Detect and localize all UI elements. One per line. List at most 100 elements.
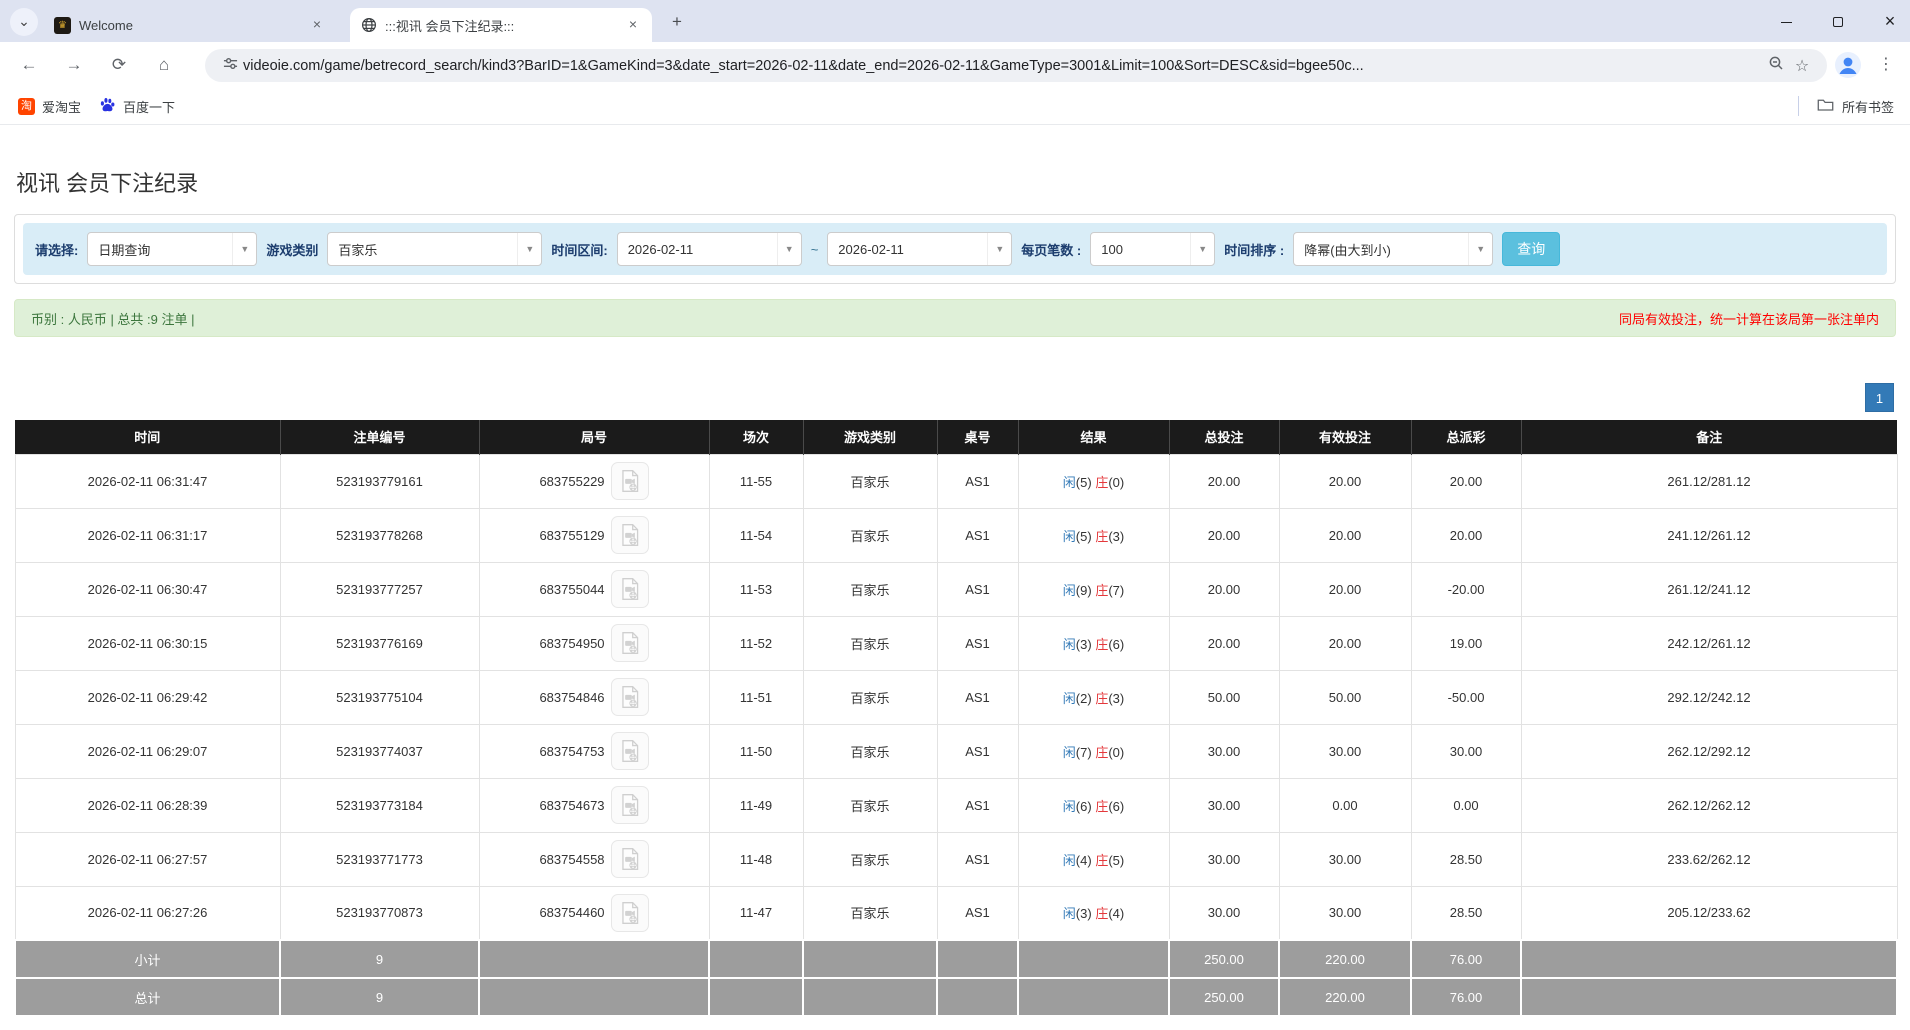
column-header: 时间 <box>15 420 280 454</box>
cell-table-number: AS1 <box>937 508 1018 562</box>
tab-search-button[interactable]: ⌄ <box>10 8 38 36</box>
cell-payout: 28.50 <box>1411 832 1521 886</box>
total-row: 总计9250.00220.0076.00 <box>15 978 1897 1016</box>
cell-round: 683754950 <box>479 616 709 670</box>
video-replay-button[interactable] <box>611 462 649 500</box>
query-type-dropdown[interactable]: 日期查询 ▼ <box>87 232 257 266</box>
summary-cell: 250.00 <box>1169 978 1279 1016</box>
cell-bet-id: 523193778268 <box>280 508 479 562</box>
tab-betrecord[interactable]: :::视讯 会员下注纪录::: × <box>350 8 652 42</box>
cell-total-bet-link[interactable]: 20.00 <box>1169 562 1279 616</box>
cell-round: 683754558 <box>479 832 709 886</box>
date-end-dropdown[interactable]: 2026-02-11 ▼ <box>827 232 1012 266</box>
player-result: 闲 <box>1063 745 1076 760</box>
cell-result: 闲(6) 庄(6) <box>1018 778 1169 832</box>
summary-cell <box>709 978 803 1016</box>
banker-score: (0) <box>1108 745 1124 760</box>
cell-total-bet-link[interactable]: 20.00 <box>1169 616 1279 670</box>
video-replay-button[interactable] <box>611 840 649 878</box>
cell-table-number: AS1 <box>937 724 1018 778</box>
maximize-button[interactable] <box>1826 13 1850 29</box>
cell-total-bet-link[interactable]: 30.00 <box>1169 778 1279 832</box>
browser-tab-strip: ⌄ ♛ Welcome × :::视讯 会员下注纪录::: × + × <box>0 0 1910 42</box>
bookmark-star-icon[interactable]: ☆ <box>1789 56 1815 76</box>
summary-cell <box>803 940 937 978</box>
page-number-button[interactable]: 1 <box>1865 383 1894 412</box>
video-replay-button[interactable] <box>611 570 649 608</box>
video-replay-button[interactable] <box>611 678 649 716</box>
player-score: (9) <box>1076 583 1092 598</box>
close-window-button[interactable]: × <box>1878 11 1902 32</box>
cell-result: 闲(3) 庄(4) <box>1018 886 1169 940</box>
cell-payout: 20.00 <box>1411 454 1521 508</box>
all-bookmarks-button[interactable]: 所有书签 <box>1798 96 1894 116</box>
site-settings-icon[interactable] <box>217 56 243 76</box>
cell-session: 11-47 <box>709 886 803 940</box>
more-menu-icon[interactable]: ⋮ <box>1874 50 1898 80</box>
player-score: (5) <box>1076 529 1092 544</box>
cell-table-number: AS1 <box>937 454 1018 508</box>
date-start-dropdown[interactable]: 2026-02-11 ▼ <box>617 232 802 266</box>
cell-total-bet-link[interactable]: 20.00 <box>1169 508 1279 562</box>
cell-note: 261.12/281.12 <box>1521 454 1897 508</box>
cell-result: 闲(5) 庄(0) <box>1018 454 1169 508</box>
window-controls: × <box>1774 0 1902 42</box>
game-kind-dropdown[interactable]: 百家乐 ▼ <box>327 232 542 266</box>
zoom-page-icon[interactable] <box>1763 55 1789 76</box>
taobao-icon: 淘 <box>18 98 35 115</box>
round-number: 683755129 <box>539 528 604 543</box>
chevron-down-icon: ▼ <box>987 233 1011 265</box>
close-tab-icon[interactable]: × <box>308 16 326 34</box>
bookmark-taobao[interactable]: 淘 爱淘宝 <box>18 97 81 116</box>
video-replay-button[interactable] <box>611 894 649 932</box>
video-replay-button[interactable] <box>611 516 649 554</box>
round-number: 683755229 <box>539 474 604 489</box>
cell-total-bet-link[interactable]: 30.00 <box>1169 724 1279 778</box>
video-replay-button[interactable] <box>611 786 649 824</box>
chevron-down-icon: ▼ <box>517 233 541 265</box>
cell-time: 2026-02-11 06:31:17 <box>15 508 280 562</box>
round-number: 683754673 <box>539 798 604 813</box>
cell-session: 11-54 <box>709 508 803 562</box>
summary-cell: 总计 <box>15 978 280 1016</box>
table-row: 2026-02-11 06:31:17 523193778268 6837551… <box>15 508 1897 562</box>
minimize-button[interactable] <box>1774 13 1798 29</box>
banker-result: 庄 <box>1095 799 1108 814</box>
cell-session: 11-48 <box>709 832 803 886</box>
cell-time: 2026-02-11 06:28:39 <box>15 778 280 832</box>
cell-payout: 28.50 <box>1411 886 1521 940</box>
close-tab-icon[interactable]: × <box>624 16 642 34</box>
cell-total-bet-link[interactable]: 30.00 <box>1169 886 1279 940</box>
search-button[interactable]: 查询 <box>1502 232 1560 266</box>
back-button[interactable]: ← <box>14 50 44 80</box>
cell-time: 2026-02-11 06:30:15 <box>15 616 280 670</box>
home-button[interactable]: ⌂ <box>149 50 179 80</box>
url-bar[interactable]: videoie.com/game/betrecord_search/kind3?… <box>205 49 1827 82</box>
bookmark-baidu[interactable]: 百度一下 <box>99 96 175 116</box>
bookmarks-bar: 淘 爱淘宝 百度一下 所有书签 <box>0 88 1910 125</box>
new-tab-button[interactable]: + <box>664 10 690 36</box>
cell-bet-id: 523193776169 <box>280 616 479 670</box>
video-replay-button[interactable] <box>611 732 649 770</box>
url-text[interactable]: videoie.com/game/betrecord_search/kind3?… <box>243 58 1763 74</box>
forward-button[interactable]: → <box>59 50 89 80</box>
all-bookmarks-label: 所有书签 <box>1842 97 1894 116</box>
banker-score: (0) <box>1108 475 1124 490</box>
profile-icon[interactable] <box>1834 51 1862 79</box>
cell-round: 683754753 <box>479 724 709 778</box>
sort-dropdown[interactable]: 降幂(由大到小) ▼ <box>1293 232 1493 266</box>
cell-bet-id: 523193775104 <box>280 670 479 724</box>
divider <box>1798 96 1799 116</box>
video-replay-button[interactable] <box>611 624 649 662</box>
cell-note: 292.12/242.12 <box>1521 670 1897 724</box>
cell-total-bet-link[interactable]: 30.00 <box>1169 832 1279 886</box>
refresh-button[interactable]: ⟳ <box>104 50 134 80</box>
page-content: 视讯 会员下注纪录 请选择: 日期查询 ▼ 游戏类别 百家乐 ▼ 时间区间: 2… <box>0 126 1910 1030</box>
tab-welcome[interactable]: ♛ Welcome × <box>44 8 336 42</box>
cell-table-number: AS1 <box>937 886 1018 940</box>
summary-cell <box>1521 940 1897 978</box>
cell-total-bet-link[interactable]: 20.00 <box>1169 454 1279 508</box>
per-page-dropdown[interactable]: 100 ▼ <box>1090 232 1215 266</box>
bookmark-label: 爱淘宝 <box>42 97 81 116</box>
cell-total-bet-link[interactable]: 50.00 <box>1169 670 1279 724</box>
